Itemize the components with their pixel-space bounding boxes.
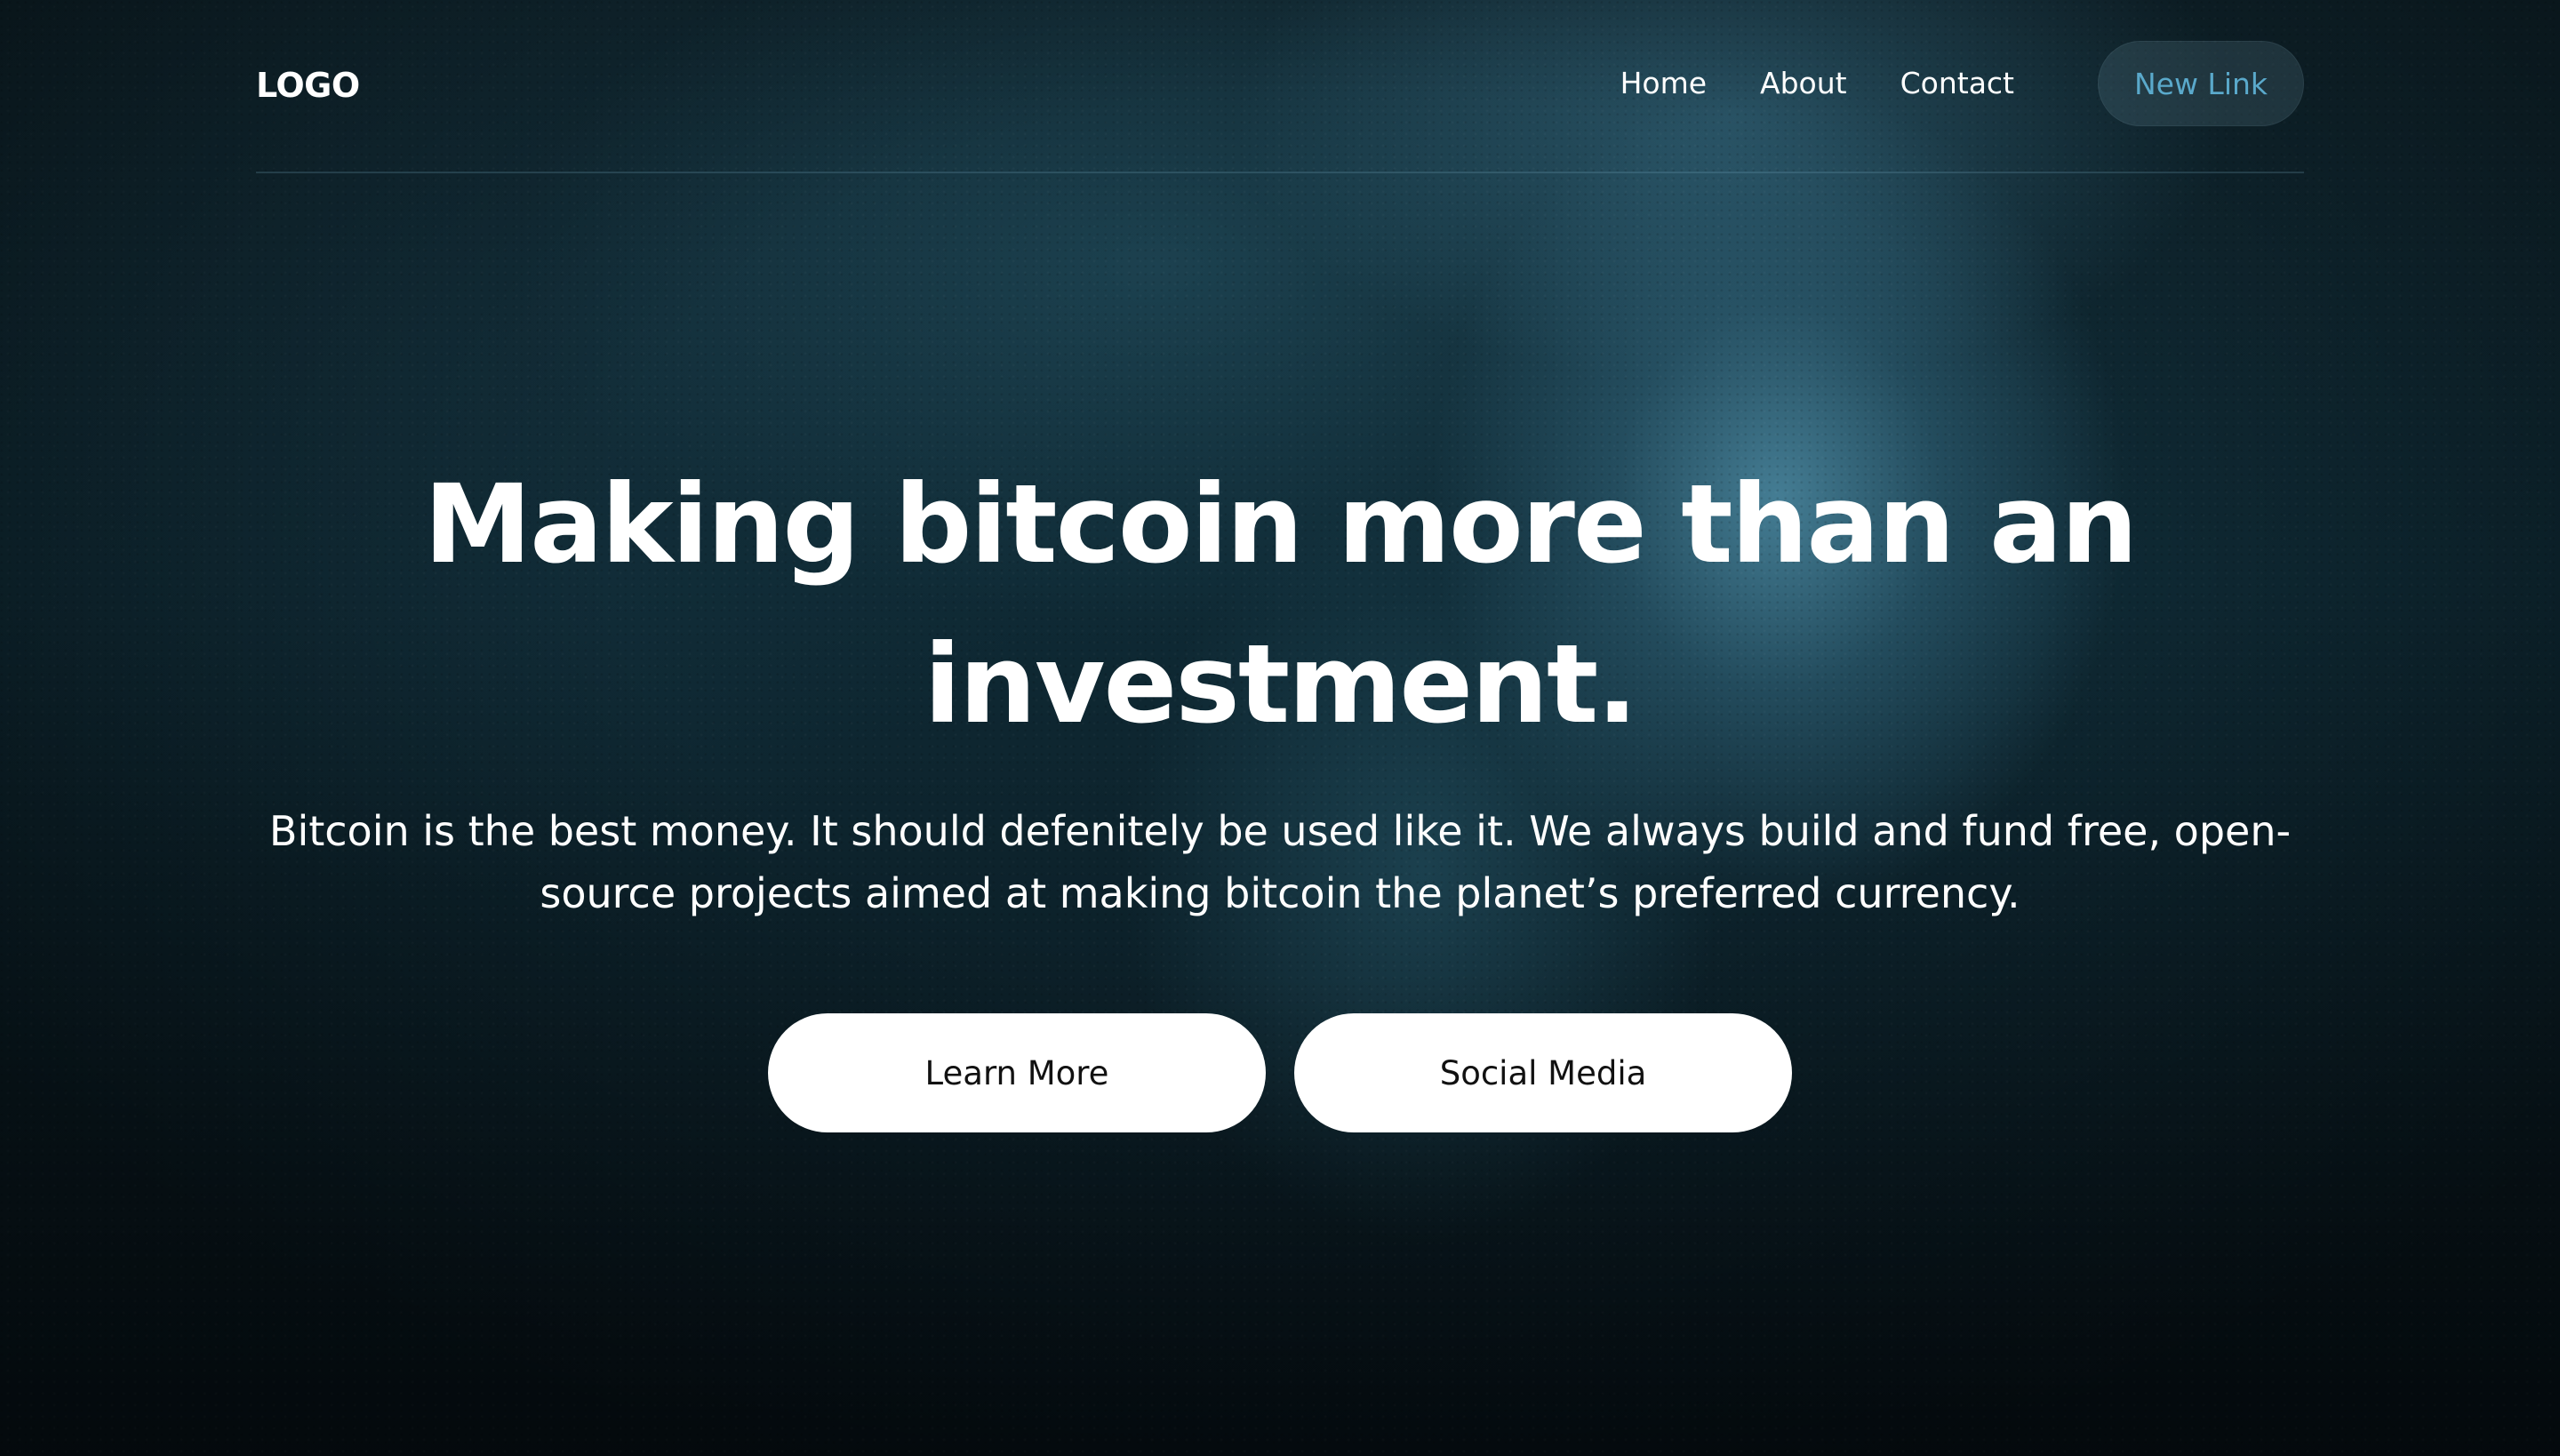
logo[interactable]: LOGO — [256, 66, 360, 105]
nav-links: Home About Contact — [1620, 66, 2014, 101]
nav-link-home[interactable]: Home — [1620, 66, 1707, 101]
cta-row: Learn More Social Media — [0, 1013, 2560, 1132]
hero-section: Making bitcoin more than an investment. … — [0, 444, 2560, 1132]
social-media-button[interactable]: Social Media — [1294, 1013, 1792, 1132]
nav-link-about[interactable]: About — [1760, 66, 1847, 101]
navbar: LOGO Home About Contact New Link — [256, 41, 2304, 130]
nav-link-contact[interactable]: Contact — [1900, 66, 2014, 101]
nav-divider — [256, 172, 2304, 173]
hero-subtitle: Bitcoin is the best money. It should def… — [268, 807, 2292, 917]
hero-title: Making bitcoin more than an investment. — [423, 461, 2138, 748]
learn-more-button[interactable]: Learn More — [768, 1013, 1266, 1132]
new-link-button[interactable]: New Link — [2098, 41, 2304, 126]
landing-page: { "navbar": { "logo": "LOGO", "links": [… — [0, 0, 2560, 1456]
